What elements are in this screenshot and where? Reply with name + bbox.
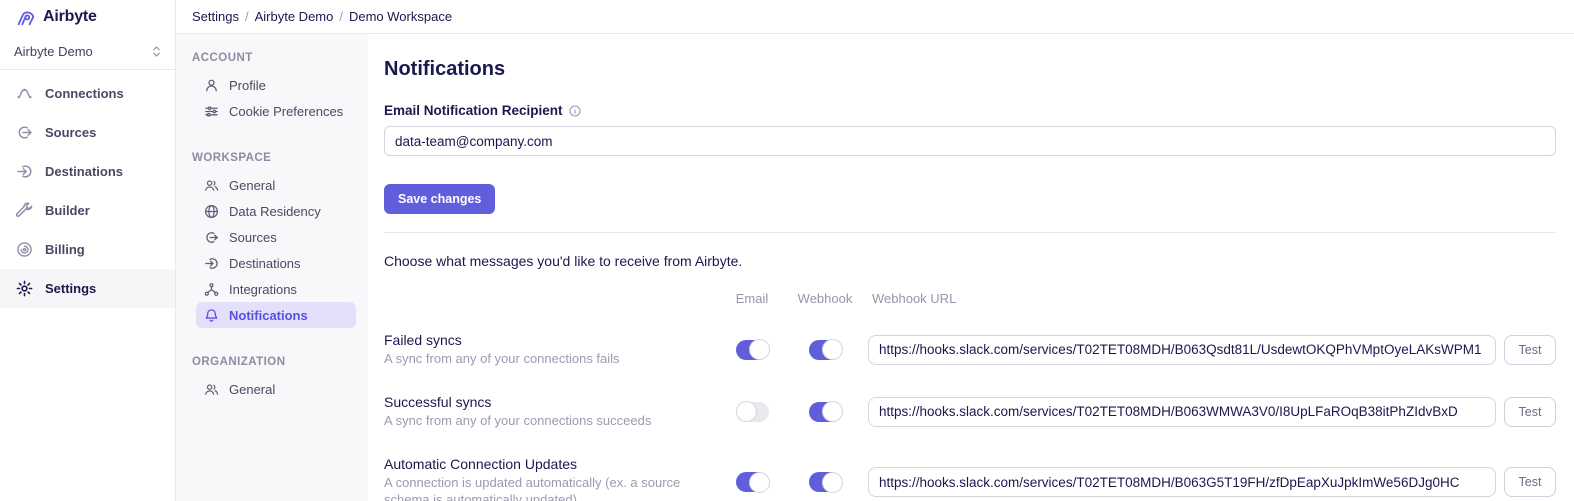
settings-nav-label: Integrations bbox=[229, 282, 297, 297]
notification-row-successful-syncs: Successful syncs A sync from any of your… bbox=[384, 394, 714, 430]
sidebar-item-sources[interactable]: Sources bbox=[0, 113, 175, 152]
topbar: Settings / Airbyte Demo / Demo Workspace bbox=[176, 0, 1574, 34]
sidebar-item-settings[interactable]: Settings bbox=[0, 269, 175, 308]
section-header-workspace: WORKSPACE bbox=[192, 152, 356, 164]
globe-icon bbox=[204, 204, 219, 219]
row-description: A sync from any of your connections fail… bbox=[384, 351, 714, 368]
save-changes-button[interactable]: Save changes bbox=[384, 184, 495, 214]
sidebar-item-label: Sources bbox=[45, 125, 96, 140]
gear-icon bbox=[16, 280, 33, 297]
sidebar-item-label: Destinations bbox=[45, 164, 123, 179]
source-icon bbox=[204, 230, 219, 245]
section-header-organization: ORGANIZATION bbox=[192, 356, 356, 368]
sidebar-item-label: Billing bbox=[45, 242, 85, 257]
info-icon[interactable] bbox=[569, 105, 581, 117]
brand-name: Airbyte bbox=[43, 8, 97, 26]
breadcrumb: Settings / Airbyte Demo / Demo Workspace bbox=[192, 9, 452, 24]
notification-row-failed-syncs: Failed syncs A sync from any of your con… bbox=[384, 332, 714, 368]
people-icon bbox=[204, 382, 219, 397]
sidebar-item-builder[interactable]: Builder bbox=[0, 191, 175, 230]
auto-connection-updates-test-button[interactable]: Test bbox=[1504, 467, 1556, 497]
people-icon bbox=[204, 178, 219, 193]
sidebar-nav: Connections Sources Destinations bbox=[0, 70, 175, 308]
choose-messages-text: Choose what messages you'd like to recei… bbox=[384, 253, 1556, 269]
row-description: A connection is updated automatically (e… bbox=[384, 475, 714, 501]
settings-nav-label: Notifications bbox=[229, 308, 308, 323]
settings-nav-item-data-residency[interactable]: Data Residency bbox=[196, 198, 356, 224]
settings-nav-label: General bbox=[229, 382, 275, 397]
section-header-account: ACCOUNT bbox=[192, 52, 356, 64]
airbyte-logo-icon bbox=[14, 6, 36, 28]
breadcrumb-separator: / bbox=[339, 9, 343, 24]
settings-nav-label: Sources bbox=[229, 230, 277, 245]
failed-syncs-test-button[interactable]: Test bbox=[1504, 335, 1556, 365]
settings-nav-item-profile[interactable]: Profile bbox=[196, 72, 356, 98]
settings-nav-item-integrations[interactable]: Integrations bbox=[196, 276, 356, 302]
app-sidebar: Airbyte Airbyte Demo Connections bbox=[0, 0, 176, 501]
settings-nav-item-general[interactable]: General bbox=[196, 172, 356, 198]
destination-icon bbox=[204, 256, 219, 271]
breadcrumb-settings[interactable]: Settings bbox=[192, 9, 239, 24]
settings-nav-item-org-general[interactable]: General bbox=[196, 376, 356, 402]
main-content: Notifications Email Notification Recipie… bbox=[368, 34, 1574, 501]
chevron-updown-icon bbox=[152, 45, 161, 58]
settings-nav-item-destinations[interactable]: Destinations bbox=[196, 250, 356, 276]
notification-settings-table: Email Webhook Webhook URL Failed syncs A… bbox=[384, 291, 1556, 501]
destination-icon bbox=[16, 163, 33, 180]
sidebar-item-billing[interactable]: Billing bbox=[0, 230, 175, 269]
breadcrumb-separator: / bbox=[245, 9, 249, 24]
failed-syncs-webhook-url-input[interactable] bbox=[868, 335, 1496, 365]
column-header-webhook-url: Webhook URL bbox=[868, 291, 1496, 306]
settings-nav-item-notifications[interactable]: Notifications bbox=[196, 302, 356, 328]
sliders-icon bbox=[204, 104, 219, 119]
source-icon bbox=[16, 124, 33, 141]
email-recipient-input[interactable] bbox=[384, 126, 1556, 156]
row-title: Automatic Connection Updates bbox=[384, 456, 714, 472]
auto-connection-updates-webhook-toggle[interactable] bbox=[809, 472, 842, 492]
settings-nav-label: Cookie Preferences bbox=[229, 104, 343, 119]
workspace-selector[interactable]: Airbyte Demo bbox=[0, 34, 175, 70]
settings-nav-label: General bbox=[229, 178, 275, 193]
notification-row-automatic-connection-updates: Automatic Connection Updates A connectio… bbox=[384, 456, 714, 501]
workspace-name: Airbyte Demo bbox=[14, 44, 93, 59]
breadcrumb-demo-workspace[interactable]: Demo Workspace bbox=[349, 9, 452, 24]
failed-syncs-email-toggle[interactable] bbox=[736, 340, 769, 360]
successful-syncs-test-button[interactable]: Test bbox=[1504, 397, 1556, 427]
person-icon bbox=[204, 78, 219, 93]
sidebar-item-label: Builder bbox=[45, 203, 90, 218]
failed-syncs-webhook-toggle[interactable] bbox=[809, 340, 842, 360]
row-description: A sync from any of your connections succ… bbox=[384, 413, 714, 430]
section-divider bbox=[384, 232, 1556, 233]
sidebar-item-connections[interactable]: Connections bbox=[0, 74, 175, 113]
successful-syncs-webhook-toggle[interactable] bbox=[809, 402, 842, 422]
wrench-icon bbox=[16, 202, 33, 219]
settings-nav-label: Data Residency bbox=[229, 204, 321, 219]
page-title: Notifications bbox=[384, 58, 1556, 81]
integrations-icon bbox=[204, 282, 219, 297]
billing-icon bbox=[16, 241, 33, 258]
breadcrumb-airbyte-demo[interactable]: Airbyte Demo bbox=[255, 9, 334, 24]
bell-icon bbox=[204, 308, 219, 323]
connections-icon bbox=[16, 85, 33, 102]
auto-connection-updates-email-toggle[interactable] bbox=[736, 472, 769, 492]
column-header-email: Email bbox=[722, 291, 782, 306]
row-title: Successful syncs bbox=[384, 394, 714, 410]
settings-nav: ACCOUNT Profile Cookie Preferences bbox=[176, 34, 368, 501]
settings-nav-label: Destinations bbox=[229, 256, 301, 271]
sidebar-item-destinations[interactable]: Destinations bbox=[0, 152, 175, 191]
successful-syncs-webhook-url-input[interactable] bbox=[868, 397, 1496, 427]
column-header-webhook: Webhook bbox=[790, 291, 860, 306]
brand-logo[interactable]: Airbyte bbox=[0, 0, 175, 34]
email-recipient-label: Email Notification Recipient bbox=[384, 103, 1556, 118]
successful-syncs-email-toggle[interactable] bbox=[736, 402, 769, 422]
sidebar-item-label: Connections bbox=[45, 86, 124, 101]
settings-nav-item-sources[interactable]: Sources bbox=[196, 224, 356, 250]
auto-connection-updates-webhook-url-input[interactable] bbox=[868, 467, 1496, 497]
settings-nav-label: Profile bbox=[229, 78, 266, 93]
settings-nav-item-cookie-preferences[interactable]: Cookie Preferences bbox=[196, 98, 356, 124]
sidebar-item-label: Settings bbox=[45, 281, 96, 296]
row-title: Failed syncs bbox=[384, 332, 714, 348]
